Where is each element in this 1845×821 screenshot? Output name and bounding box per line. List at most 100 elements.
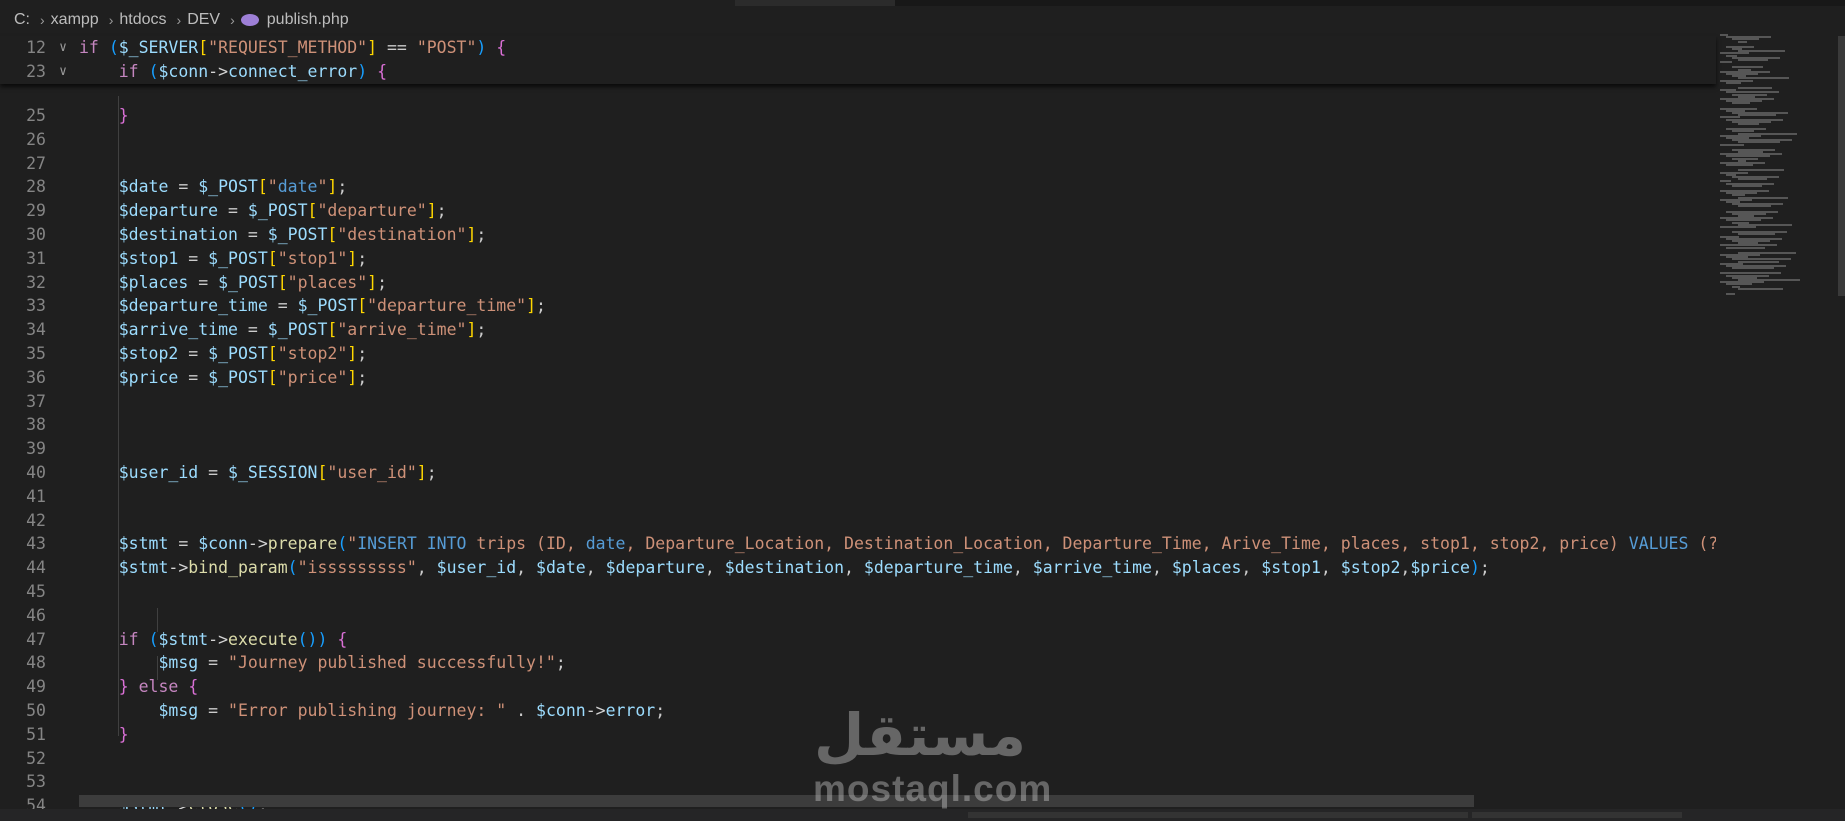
- editor-line-29[interactable]: 29 $departure = $_POST["departure"];: [0, 199, 1716, 223]
- line-number[interactable]: 31: [0, 247, 46, 271]
- editor-line-25[interactable]: 25 }: [0, 104, 1716, 128]
- breadcrumb-folder-xampp[interactable]: xampp: [51, 11, 99, 29]
- line-number[interactable]: 26: [0, 128, 46, 152]
- editor-line-49[interactable]: 49 } else {: [0, 675, 1716, 699]
- horizontal-scrollbar-thumb[interactable]: [79, 795, 1474, 807]
- line-number[interactable]: 35: [0, 342, 46, 366]
- code-text: }: [118, 106, 129, 125]
- code-text: } else {: [118, 677, 199, 697]
- code-text: if ($conn->connect_error) {: [118, 62, 387, 81]
- line-number[interactable]: 46: [0, 604, 46, 628]
- line-number[interactable]: 52: [0, 747, 46, 771]
- svg-text:مستقل: مستقل: [814, 701, 1026, 769]
- editor-line-41[interactable]: 41: [0, 485, 1716, 509]
- editor-line-37[interactable]: 37: [0, 390, 1716, 414]
- indent-guide: [157, 656, 158, 680]
- line-number[interactable]: 12: [0, 36, 46, 60]
- line-number[interactable]: 33: [0, 294, 46, 318]
- line-number[interactable]: 54: [0, 794, 46, 809]
- minimap-line: [1720, 143, 1744, 146]
- line-number[interactable]: 50: [0, 699, 46, 723]
- line-number[interactable]: 53: [0, 770, 46, 794]
- watermark-domain: mostaql.com: [813, 768, 1053, 809]
- line-number[interactable]: 29: [0, 199, 46, 223]
- line-number[interactable]: 28: [0, 175, 46, 199]
- line-number[interactable]: 42: [0, 509, 46, 533]
- minimap-line: [1738, 233, 1775, 236]
- code-text: $departure = $_POST["departure"];: [118, 201, 447, 221]
- line-number[interactable]: 43: [0, 532, 46, 556]
- code-text: }: [118, 724, 129, 744]
- chevron-right-icon: ›: [230, 12, 235, 28]
- indent-guide: [157, 608, 158, 632]
- line-number[interactable]: 51: [0, 723, 46, 747]
- sticky-line-23[interactable]: 23 ∨ if ($conn->connect_error) {: [0, 60, 1716, 84]
- line-number[interactable]: 48: [0, 651, 46, 675]
- editor-line-33[interactable]: 33 $departure_time = $_POST["departure_t…: [0, 294, 1716, 318]
- code-text: $user_id = $_SESSION["user_id"];: [118, 463, 437, 482]
- minimap-line: [1732, 102, 1750, 105]
- editor-line-35[interactable]: 35 $stop2 = $_POST["stop2"];: [0, 342, 1716, 366]
- minimap-line: [1738, 141, 1780, 144]
- editor-line-39[interactable]: 39: [0, 437, 1716, 461]
- sticky-scroll-header[interactable]: 12 ∨ if ($_SERVER["REQUEST_METHOD"] == "PO…: [0, 36, 1716, 84]
- code-text: $destination = $_POST["destination"];: [118, 225, 487, 244]
- editor-line-47[interactable]: 47 if ($stmt->execute()) {: [0, 628, 1716, 652]
- editor-line-44[interactable]: 44 $stmt->bind_param("isssssssss", $user…: [0, 556, 1716, 580]
- minimap[interactable]: [1716, 30, 1842, 820]
- minimap-line: [1738, 114, 1776, 117]
- breadcrumb-folder-dev[interactable]: DEV: [187, 11, 220, 29]
- fold-chevron-icon[interactable]: ∨: [56, 36, 70, 60]
- minimap-line: [1732, 267, 1774, 270]
- editor-line-46[interactable]: 46: [0, 604, 1716, 628]
- minimap-line: [1726, 293, 1735, 295]
- editor-line-40[interactable]: 40 $user_id = $_SESSION["user_id"];: [0, 461, 1716, 485]
- line-number[interactable]: 23: [0, 60, 46, 84]
- line-number[interactable]: 49: [0, 675, 46, 699]
- editor-line-32[interactable]: 32 $places = $_POST["places"];: [0, 271, 1716, 295]
- sticky-line-12[interactable]: 12 ∨ if ($_SERVER["REQUEST_METHOD"] == "PO…: [0, 36, 1716, 60]
- line-number[interactable]: 44: [0, 556, 46, 580]
- code-text: $stmt->bind_param("isssssssss", $user_id…: [118, 558, 1490, 578]
- breadcrumb-folder-htdocs[interactable]: htdocs: [119, 11, 166, 29]
- editor-line-48[interactable]: 48 $msg = "Journey published successfull…: [0, 651, 1716, 675]
- editor-line-43[interactable]: 43 $stmt = $conn->prepare("INSERT INTO t…: [0, 532, 1716, 556]
- editor-line-26[interactable]: 26: [0, 128, 1716, 152]
- line-number[interactable]: 34: [0, 318, 46, 342]
- line-number[interactable]: 38: [0, 413, 46, 437]
- editor-line-27[interactable]: 27: [0, 152, 1716, 176]
- editor-line-28[interactable]: 28 $date = $_POST["date"];: [0, 175, 1716, 199]
- tab-strip-remnant: [895, 0, 1845, 6]
- editor-line-36[interactable]: 36 $price = $_POST["price"];: [0, 366, 1716, 390]
- minimap-line: [1732, 184, 1762, 187]
- editor-line-38[interactable]: 38: [0, 413, 1716, 437]
- code-text: $arrive_time = $_POST["arrive_time"];: [118, 320, 487, 340]
- breadcrumb-drive[interactable]: C:: [14, 11, 30, 29]
- line-number[interactable]: 47: [0, 628, 46, 652]
- line-number[interactable]: 30: [0, 223, 46, 247]
- minimap-line: [1738, 123, 1759, 125]
- editor-line-31[interactable]: 31 $stop1 = $_POST["stop1"];: [0, 247, 1716, 271]
- code-editor[interactable]: 25 } 26 27 28 $date = $_POST["date"]; 29 $de…: [0, 36, 1716, 809]
- editor-line-42[interactable]: 42: [0, 509, 1716, 533]
- line-number[interactable]: 37: [0, 390, 46, 414]
- line-number[interactable]: 39: [0, 437, 46, 461]
- line-number[interactable]: 40: [0, 461, 46, 485]
- line-number[interactable]: 32: [0, 271, 46, 295]
- line-number[interactable]: 36: [0, 366, 46, 390]
- code-text: $stop1 = $_POST["stop1"];: [118, 248, 368, 268]
- fold-chevron-icon[interactable]: ∨: [56, 60, 70, 84]
- line-number[interactable]: 27: [0, 152, 46, 176]
- breadcrumb-file[interactable]: publish.php: [267, 11, 349, 29]
- chevron-right-icon: ›: [176, 12, 182, 28]
- line-number[interactable]: 41: [0, 485, 46, 509]
- minimap-line: [1738, 205, 1771, 208]
- editor-line-34[interactable]: 34 $arrive_time = $_POST["arrive_time"];: [0, 318, 1716, 342]
- line-number[interactable]: 25: [0, 104, 46, 128]
- editor-line-30[interactable]: 30 $destination = $_POST["destination"];: [0, 223, 1716, 247]
- minimap-line: [1720, 61, 1732, 64]
- vertical-scrollbar-thumb[interactable]: [1838, 36, 1845, 296]
- line-number[interactable]: 45: [0, 580, 46, 604]
- editor-line-45[interactable]: 45: [0, 580, 1716, 604]
- tab-strip-remnant: [735, 0, 895, 6]
